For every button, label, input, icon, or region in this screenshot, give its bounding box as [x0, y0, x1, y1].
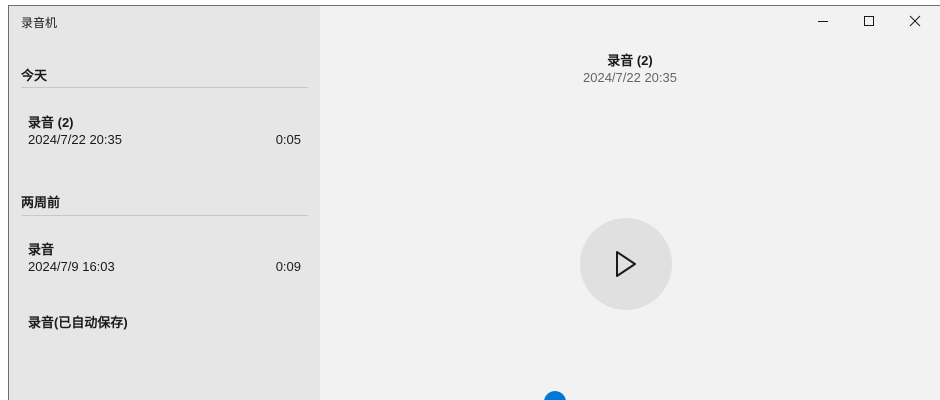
recording-duration: 0:05	[275, 132, 301, 147]
close-button[interactable]	[892, 6, 938, 36]
player-pane: 录音 (2) 2024/7/22 20:35	[320, 6, 940, 400]
recording-duration: 0:09	[275, 259, 301, 274]
recording-date: 2024/7/22 20:35	[28, 132, 122, 147]
group-divider	[21, 87, 308, 88]
group-header-today: 今天	[21, 68, 48, 83]
now-playing-title: 录音 (2)	[607, 53, 653, 68]
group-header-two-weeks-ago: 两周前	[21, 195, 61, 210]
recording-item-3[interactable]: 录音(已自动保存)	[9, 312, 320, 372]
recordings-sidebar: 录音机 今天 录音 (2) 2024/7/22 20:35 0:05 两周前 录…	[9, 6, 320, 400]
close-icon	[909, 15, 921, 27]
maximize-icon	[864, 16, 874, 26]
recording-date: 2024/7/9 16:03	[28, 259, 115, 274]
recording-item-2[interactable]: 录音 2024/7/9 16:03 0:09	[9, 239, 320, 299]
now-playing-date: 2024/7/22 20:35	[583, 70, 677, 85]
maximize-button[interactable]	[846, 6, 892, 36]
recording-name: 录音(已自动保存)	[28, 315, 128, 330]
minimize-button[interactable]	[800, 6, 846, 36]
recording-name: 录音 (2)	[28, 115, 74, 130]
voice-recorder-window: 录音机 今天 录音 (2) 2024/7/22 20:35 0:05 两周前 录…	[8, 5, 940, 400]
play-button[interactable]	[580, 218, 672, 310]
play-icon	[616, 251, 636, 277]
seek-thumb[interactable]	[544, 391, 567, 400]
recording-item-1[interactable]: 录音 (2) 2024/7/22 20:35 0:05	[9, 112, 320, 172]
minimize-icon	[818, 21, 828, 22]
app-title: 录音机	[21, 16, 58, 30]
recording-name: 录音	[28, 242, 55, 257]
group-divider	[21, 215, 308, 216]
